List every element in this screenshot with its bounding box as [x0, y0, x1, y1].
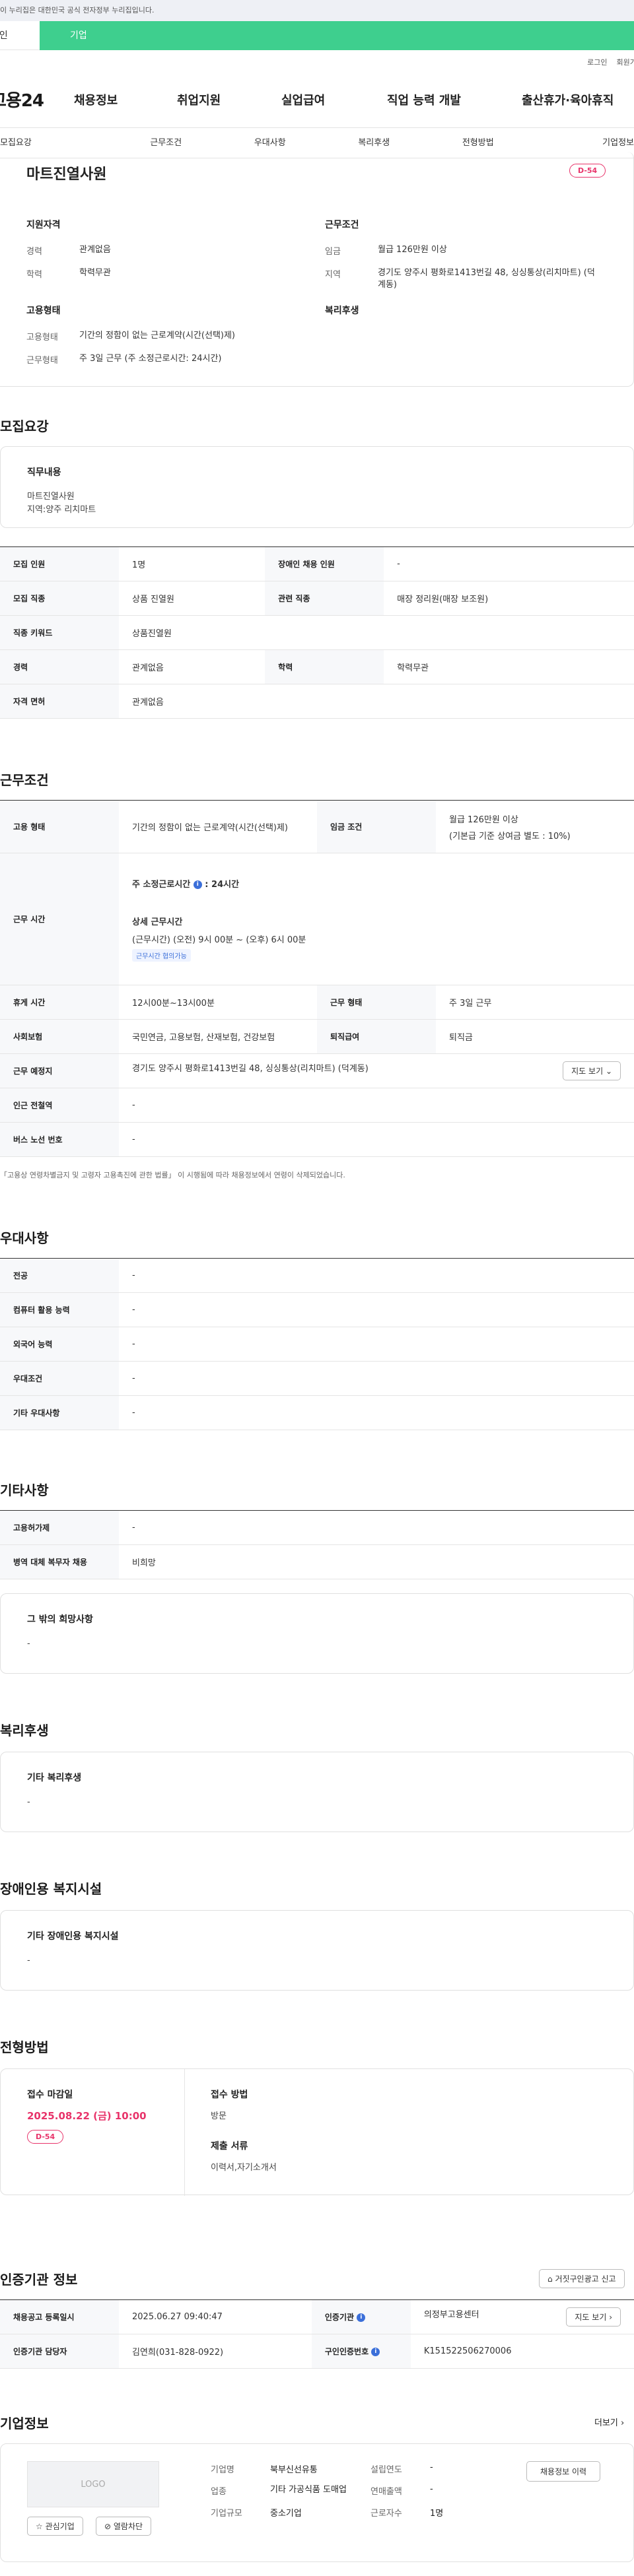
pref-table: 전공 - 컴퓨터 활용 능력 - 외국어 능력 - 우대조건 - 기타 우대사항 - — [0, 1258, 634, 1430]
info-icon[interactable]: i — [193, 880, 202, 889]
site-logo[interactable]: 고용24 — [0, 87, 74, 112]
duty-box: 직무내용 마트진열사원 지역:양주 리치마트 — [0, 446, 634, 528]
cert-heading: 인증기관 정보 — [0, 2272, 78, 2288]
company-info-2: 설립연도 - 연매출액 - 근로자수 1명 — [370, 2462, 444, 2519]
disability-heading: 장애인용 복지시설 — [0, 1881, 102, 1897]
gnb: 고용24 채용정보 취업지원 실업급여 직업 능력 개발 출산휴가·육아휴직 — [0, 71, 634, 128]
info-icon[interactable]: i — [357, 2313, 366, 2322]
welfare-heading: 복리후생 — [0, 1723, 49, 1738]
dday-badge: D-54 — [569, 164, 606, 178]
recruit-table: 모집 인원 1명 장애인 채용 인원 - 모집 직종 상품 진열원 관련 직종 매장 정리원… — [0, 546, 634, 719]
company-info: 기업명 북부신선유통 업종 기타 가공식품 도매업 기업규모 중소기업 — [211, 2465, 347, 2519]
tab-company[interactable]: 기업 — [40, 21, 634, 50]
dday-badge: D-54 — [27, 2130, 64, 2144]
more-link[interactable]: 더보기 › — [594, 2416, 624, 2428]
login-link[interactable]: 로그인 — [587, 58, 607, 67]
company-box: LOGO ☆ 관심기업 ⊘ 열람차단 기업명 북부신선유통 업종 기타 가공식품 도… — [0, 2443, 634, 2562]
work-table: 고용 형태 기간의 정함이 없는 근로계약(시간(선택)제) 임금 조건 월급 126… — [0, 800, 634, 1157]
tab-personal[interactable]: 개인 — [0, 21, 40, 50]
etc-box: 그 밖의 희망사항 - — [0, 1593, 634, 1674]
selection-box: 접수 마감일 2025.08.22 (금) 10:00 D-54 접수 방법 방… — [0, 2068, 634, 2196]
gnb-item[interactable]: 취업지원 — [177, 91, 281, 108]
selection-heading: 전형방법 — [0, 2039, 49, 2055]
age-note: 「고용상 연령차별금지 및 고령자 고용촉진에 관한 법률」 이 시행됨에 따라… — [0, 1171, 345, 1179]
etc-table: 고용허가제 - 병역 대체 복무자 채용 비희망 — [0, 1510, 634, 1579]
history-button[interactable]: 채용정보 이력 — [526, 2461, 601, 2482]
gnb-item[interactable]: 직업 능력 개발 — [387, 91, 522, 108]
gnb-item[interactable]: 출산휴가·육아휴직 — [522, 91, 627, 108]
condition-section: 근무조건 임금 월급 126만원 이상 지역 경기도 양주시 평화로1413번길 4… — [325, 220, 595, 290]
map-button[interactable]: 지도 보기 ⌄ — [563, 1061, 621, 1080]
deadline: 2025.08.22 (금) 10:00 — [27, 2110, 147, 2122]
pref-heading: 우대사항 — [0, 1230, 49, 1246]
welfare-section: 복리후생 — [325, 306, 359, 316]
company-heading: 기업정보 — [0, 2416, 49, 2431]
map-button[interactable]: 지도 보기 › — [566, 2307, 621, 2327]
etc-heading: 기타사항 — [0, 1482, 49, 1498]
job-title: 마트진열사원 — [26, 166, 107, 183]
info-icon[interactable]: i — [371, 2348, 380, 2356]
time-negotiable-badge: 근무시간 협의가능 — [132, 948, 191, 962]
join-link[interactable]: 회원가입 — [617, 58, 634, 67]
report-button[interactable]: ⌂ 거짓구인광고 신고 — [539, 2269, 625, 2288]
gnb-item[interactable]: 채용정보 — [74, 91, 177, 108]
welfare-box: 기타 복리후생 - — [0, 1752, 634, 1832]
fav-company-button[interactable]: ☆ 관심기업 — [27, 2517, 83, 2536]
work-heading: 근무조건 — [0, 772, 49, 788]
recruit-heading: 모집요강 — [0, 418, 49, 434]
qualification-section: 지원자격 경력 관계없음 학력 학력무관 — [26, 220, 111, 280]
employment-section: 고용형태 고용형태 기간의 정함이 없는 근로계약(시간(선택)제) 근무형태 주 … — [26, 306, 236, 366]
cert-table: 채용공고 등록일시 2025.06.27 09:40:47 인증기관 i 의정부고용센… — [0, 2299, 634, 2369]
disability-box: 기타 장애인용 복지시설 - — [0, 1910, 634, 1991]
gov-banner: 이 누리집은 대한민국 공식 전자정부 누리집입니다. — [0, 0, 634, 21]
block-button[interactable]: ⊘ 열람차단 — [96, 2517, 152, 2536]
gnb-item[interactable]: 실업급여 — [281, 91, 387, 108]
company-logo: LOGO — [27, 2461, 159, 2507]
util-links: 로그인 회원가입 — [0, 57, 634, 71]
